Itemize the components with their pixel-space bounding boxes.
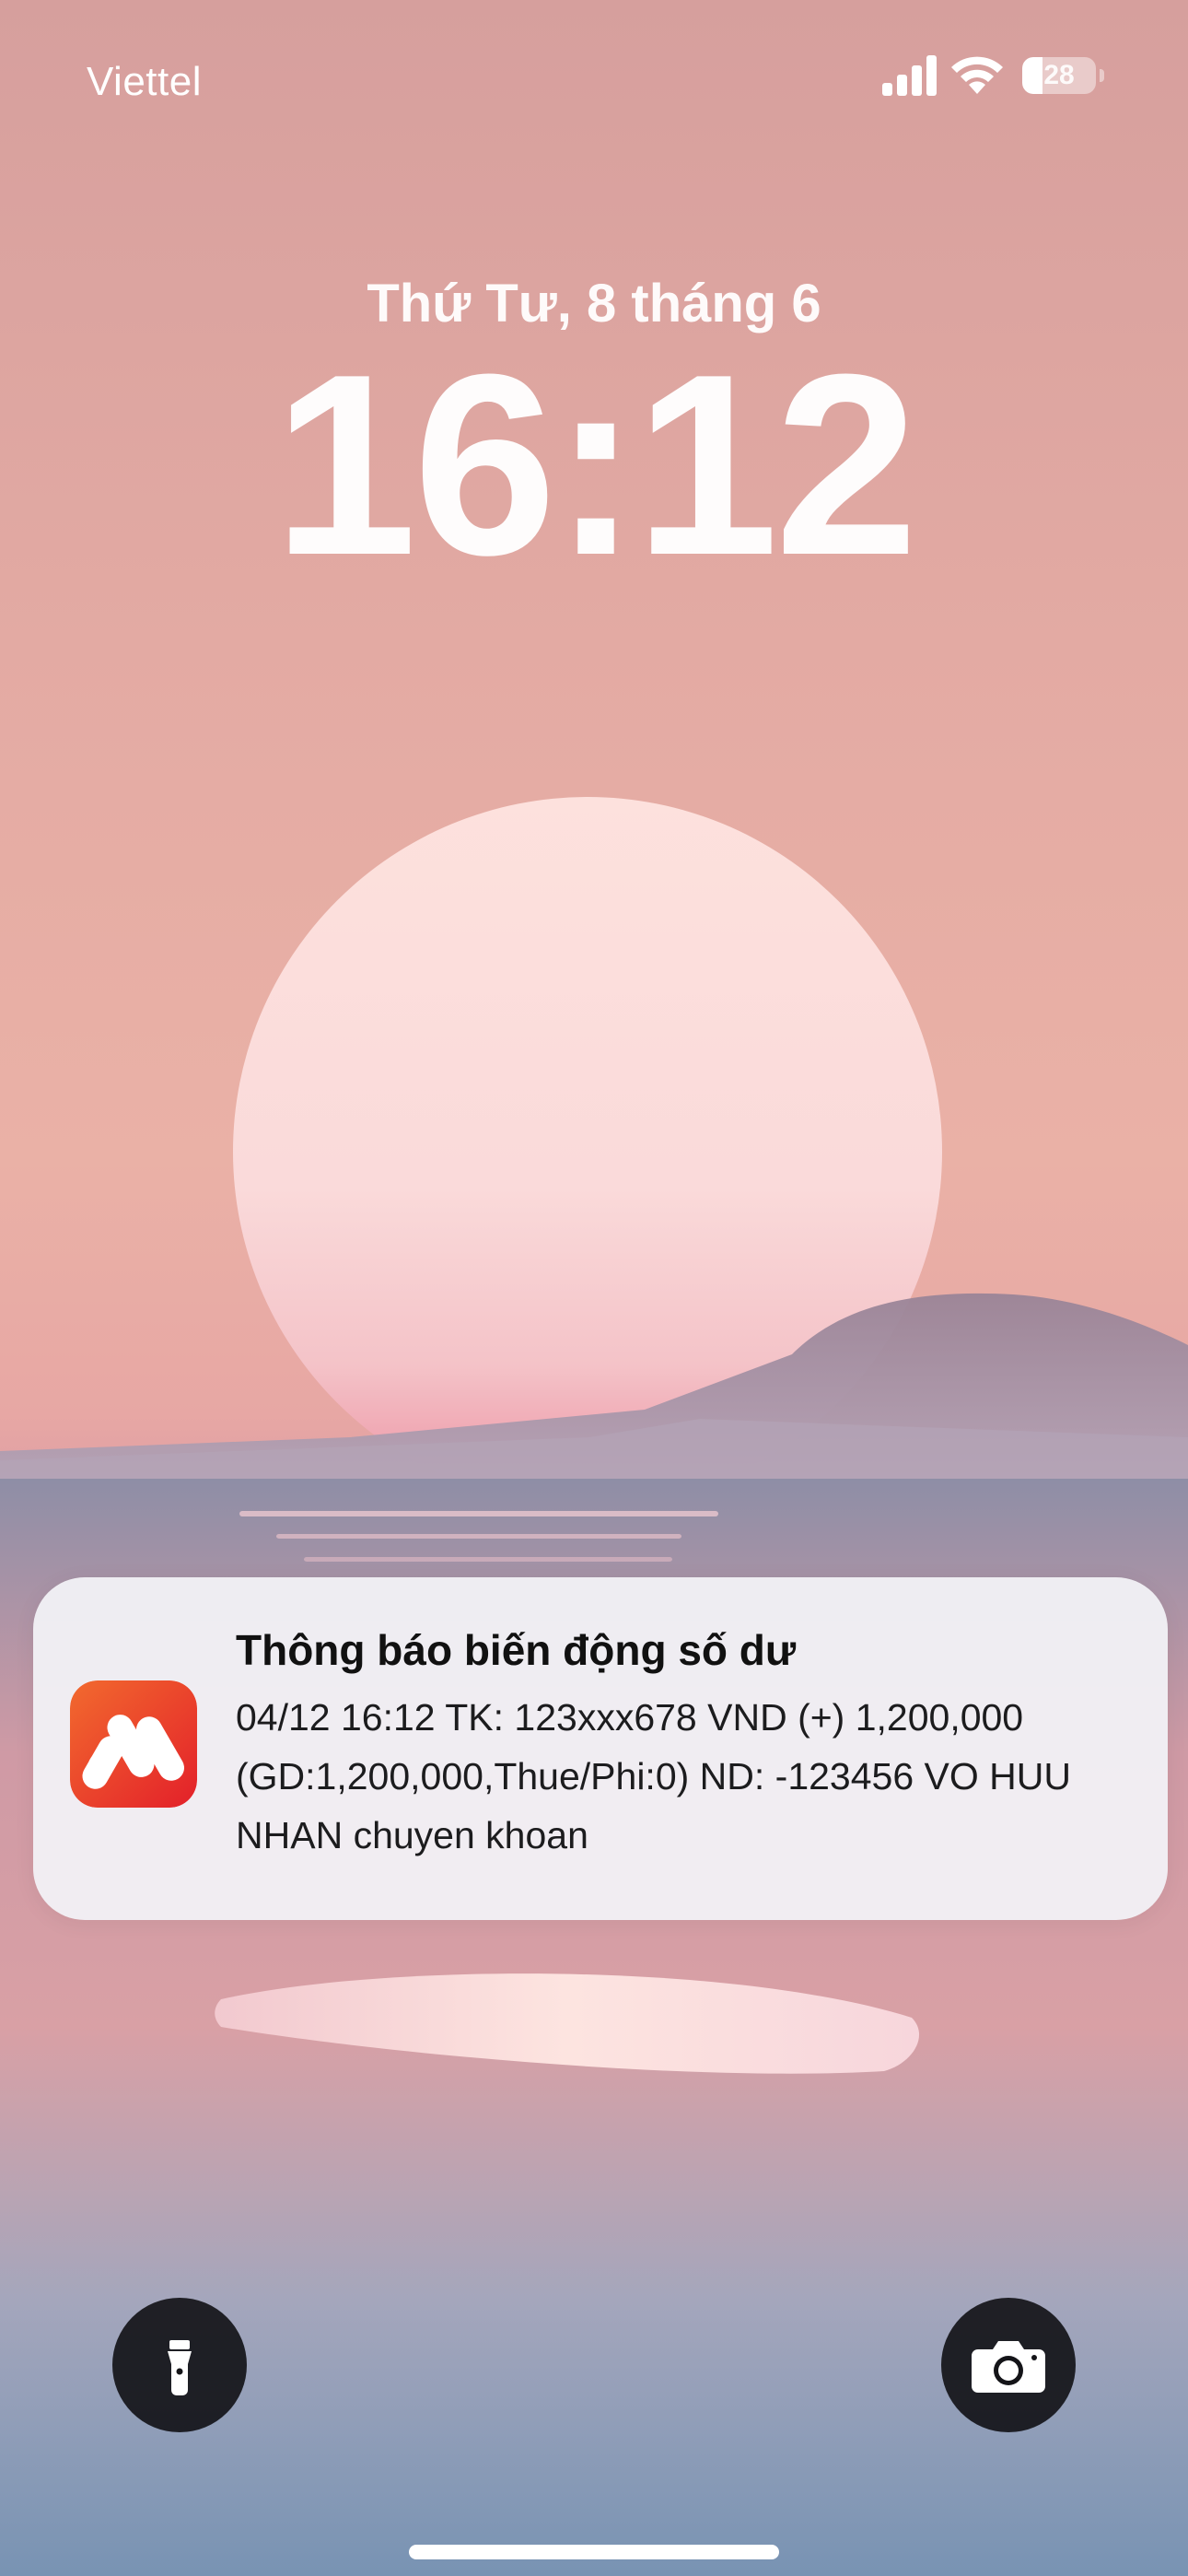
- status-bar: Viettel 28: [0, 0, 1188, 166]
- wifi-icon: [951, 56, 1003, 94]
- flashlight-button[interactable]: [112, 2298, 247, 2432]
- camera-icon: [972, 2341, 1045, 2393]
- home-indicator[interactable]: [409, 2545, 779, 2559]
- notification-title: Thông báo biến động số dư: [236, 1626, 797, 1674]
- notification-body: 04/12 16:12 TK: 123xxx678 VND (+) 1,200,…: [236, 1696, 1071, 1856]
- status-icons: 28: [875, 52, 1114, 107]
- camera-button[interactable]: [941, 2298, 1076, 2432]
- battery-level: 28: [1043, 60, 1075, 90]
- notification-card[interactable]: Thông báo biến động số dư 04/12 16:12 TK…: [33, 1577, 1168, 1920]
- flashlight-icon: [168, 2340, 192, 2395]
- battery-icon: 28: [1022, 57, 1105, 96]
- lock-screen-time: 16:12: [273, 322, 918, 609]
- bank-app-icon: [70, 1680, 197, 1808]
- cellular-signal-icon: [882, 55, 937, 96]
- carrier-name: Viettel: [87, 59, 202, 104]
